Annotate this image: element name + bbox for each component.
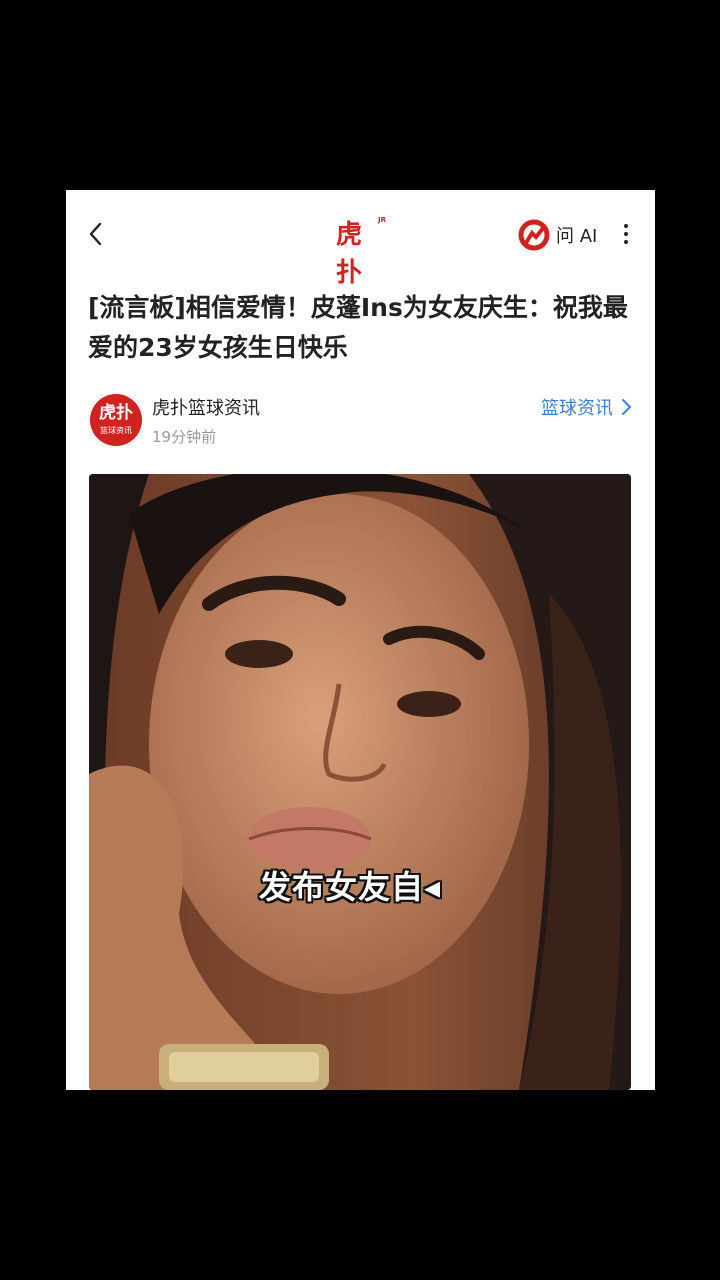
top-nav-bar: 虎扑 JR 问 AI xyxy=(66,190,655,288)
ask-ai-label: 问 AI xyxy=(556,226,598,247)
back-button[interactable] xyxy=(84,218,108,250)
source-row: 虎扑 篮球资讯 虎扑篮球资讯 19分钟前 篮球资讯 xyxy=(88,390,633,450)
avatar-subtitle: 篮球资讯 xyxy=(100,426,132,435)
chevron-left-icon xyxy=(89,222,102,246)
category-link[interactable]: 篮球资讯 xyxy=(541,394,633,420)
video-subtitle: 发布女友自◂ xyxy=(259,868,442,906)
article-title: [流言板]相信爱情！皮蓬Ins为女友庆生：祝我最爱的23岁女孩生日快乐 xyxy=(88,293,628,362)
article-video[interactable]: 发布女友自◂ xyxy=(89,474,631,1090)
more-dot-icon xyxy=(624,224,628,228)
portrait-photo xyxy=(89,474,631,1090)
brand-sub: JR xyxy=(378,216,386,224)
brand-name: 虎扑 xyxy=(336,220,362,288)
category-link-label: 篮球资讯 xyxy=(541,398,613,419)
source-avatar[interactable]: 虎扑 篮球资讯 xyxy=(90,394,142,446)
more-options-button[interactable] xyxy=(618,220,634,250)
more-dot-icon xyxy=(624,240,628,244)
ask-ai-button[interactable]: 问 AI xyxy=(518,218,597,252)
article-screen: 虎扑 JR 问 AI [流言板]相信爱情！皮蓬Ins为女友庆生：祝我最爱的23岁… xyxy=(66,190,655,1090)
chevron-right-icon xyxy=(622,399,631,415)
ai-logo-icon xyxy=(518,219,550,251)
publish-time: 19分钟前 xyxy=(152,428,217,446)
more-dot-icon xyxy=(624,232,628,236)
hupu-logo: 虎扑 JR xyxy=(336,216,386,288)
source-name[interactable]: 虎扑篮球资讯 xyxy=(152,394,260,420)
avatar-brand: 虎扑 xyxy=(99,403,133,423)
